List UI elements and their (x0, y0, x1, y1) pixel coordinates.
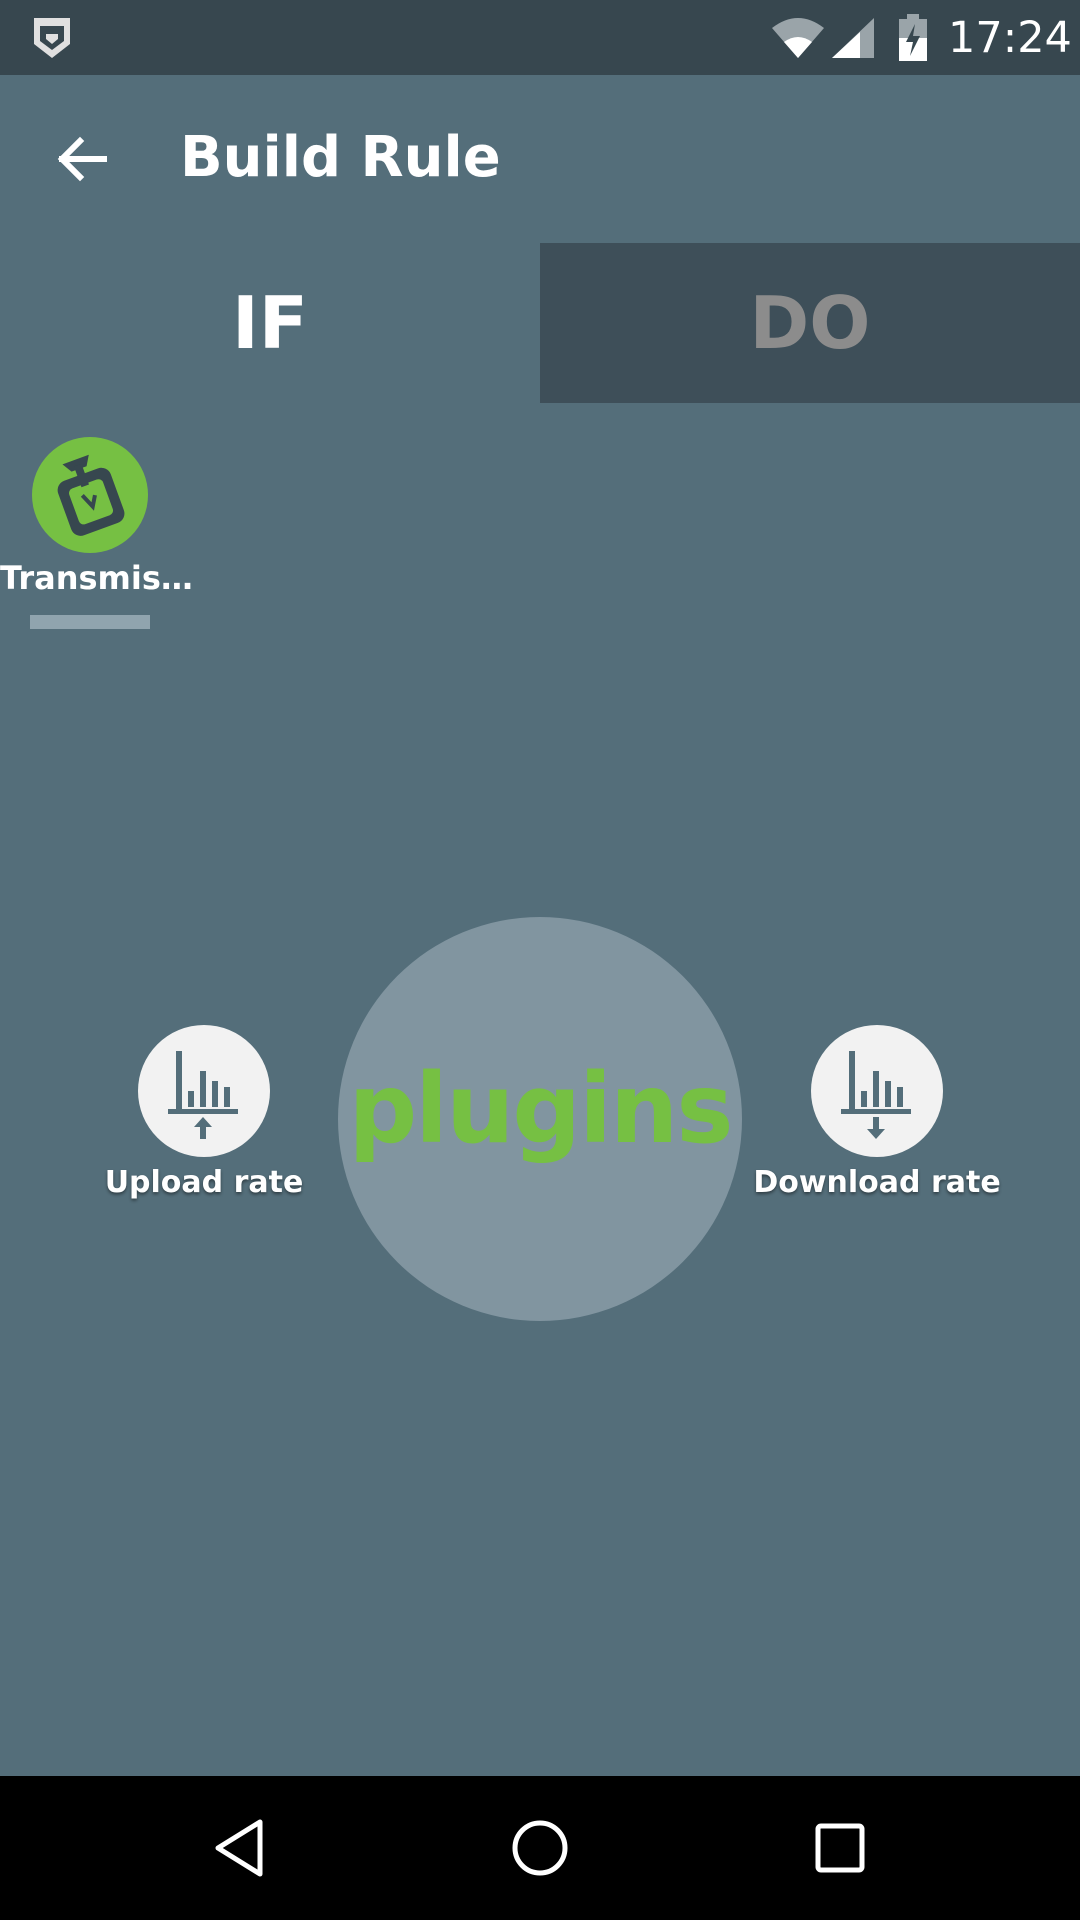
selected-plugin-label: Transmis… (0, 559, 193, 597)
selected-plugin-item[interactable]: Transmis… (0, 433, 193, 633)
download-rate-label: Download rate (753, 1165, 1001, 1200)
status-time: 17:24 (948, 13, 1072, 63)
transmission-plugin-icon (32, 437, 148, 553)
download-rate-icon (841, 1051, 911, 1139)
download-rate-option[interactable]: Download rate (753, 1025, 1001, 1225)
page-title: Build Rule (180, 125, 501, 190)
arrow-left-icon[interactable] (54, 131, 110, 187)
navigation-bar (0, 1776, 1080, 1920)
download-rate-button[interactable] (811, 1025, 943, 1157)
nav-recents-icon[interactable] (806, 1814, 874, 1882)
tab-if[interactable]: IF (0, 243, 540, 403)
nav-home-icon[interactable] (506, 1814, 574, 1882)
upload-rate-label: Upload rate (104, 1165, 304, 1200)
shield-icon (34, 18, 70, 58)
battery-charging-icon (899, 14, 927, 61)
tab-do[interactable]: DO (540, 243, 1080, 403)
upload-rate-icon (168, 1051, 238, 1139)
upload-rate-option[interactable]: Upload rate (94, 1025, 314, 1225)
app-bar: Build Rule (0, 75, 1080, 243)
upload-rate-button[interactable] (138, 1025, 270, 1157)
selection-indicator (30, 615, 150, 629)
status-bar: 17:24 (0, 0, 1080, 75)
wifi-icon (772, 18, 824, 58)
signal-icon (832, 18, 874, 58)
nav-back-icon[interactable] (206, 1814, 274, 1882)
plugins-hub-label: plugins (348, 1053, 733, 1165)
plugins-hub[interactable]: plugins (338, 917, 742, 1321)
